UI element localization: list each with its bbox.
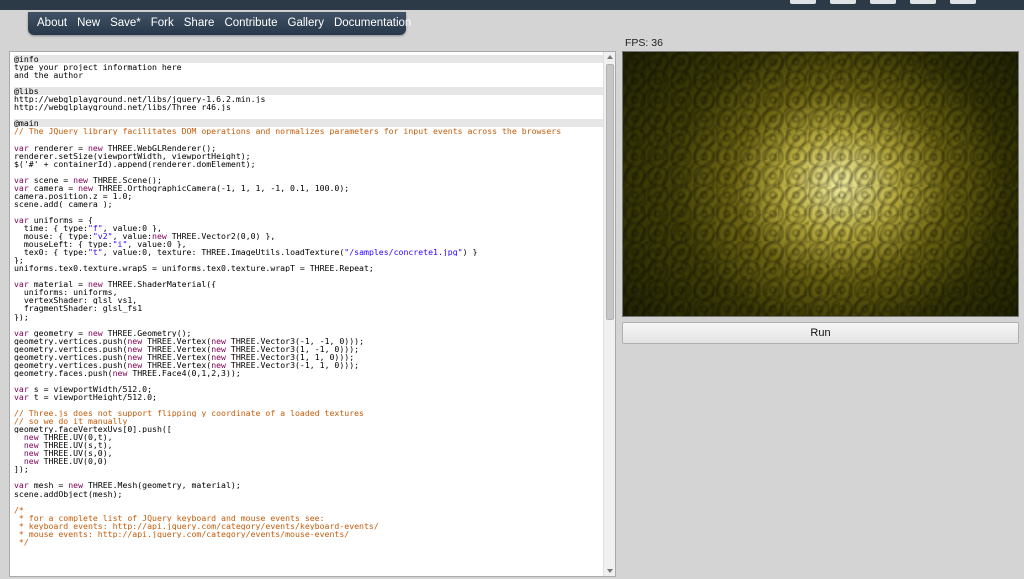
top-bar-button[interactable] <box>870 0 896 4</box>
code-line: ​ <box>14 272 608 280</box>
code-line: uniforms.tex0.texture.wrapS = uniforms.t… <box>14 264 374 273</box>
code-line: geometry.faces.push(new THREE.Face4(0,1,… <box>14 368 241 377</box>
code-line: http://webglplayground.net/libs/jquery-1… <box>14 95 266 104</box>
code-line: var mesh = new THREE.Mesh(geometry, mate… <box>14 481 241 490</box>
code-line: ​ <box>14 208 608 216</box>
code-line: new THREE.UV(s,t), <box>23 441 113 450</box>
code-line: mouseLeft: { type:"i", value:0 }, <box>14 240 187 249</box>
code-line: new THREE.UV(0,t), <box>23 433 113 442</box>
code-line: geometry.vertices.push(new THREE.Vertex(… <box>14 336 365 345</box>
code-line: and the author <box>14 71 84 80</box>
code-line: scene.add( camera ); <box>14 199 113 208</box>
code-line: geometry.faceVertexUvs[0].push([ <box>14 425 172 434</box>
code-line: ​ <box>14 401 608 409</box>
code-line: vertexShader: glsl_vs1, <box>14 296 138 305</box>
scroll-down-arrow-icon[interactable] <box>607 569 613 573</box>
code-line: new THREE.UV(s,0), <box>23 449 113 458</box>
code-line: ]); <box>14 465 29 474</box>
code-line: geometry.vertices.push(new THREE.Vertex(… <box>14 352 355 361</box>
top-bar-button[interactable] <box>790 0 816 4</box>
code-line: // Three.js does not support flipping y … <box>14 409 364 418</box>
code-line: var s = viewportWidth/512.0; <box>14 384 153 393</box>
code-editor[interactable]: @info type your project information here a… <box>9 51 616 577</box>
code-line: mouse: { type:"v2", value:new THREE.Vect… <box>14 232 276 241</box>
code-section-header: @libs <box>14 87 608 96</box>
code-section-header: @info <box>14 55 608 64</box>
code-line: uniforms: uniforms, <box>14 288 118 297</box>
code-line: }); <box>14 312 29 321</box>
scrollbar-thumb[interactable] <box>606 64 614 320</box>
render-texture <box>623 52 1018 316</box>
code-line: ​ <box>14 498 608 506</box>
code-line: ​ <box>14 168 608 176</box>
code-line: ​ <box>14 135 608 143</box>
nav-about-link[interactable]: About <box>32 12 72 35</box>
code-line: ​ <box>14 377 608 385</box>
code-line: * mouse events: http://api.jquery.com/ca… <box>14 529 350 538</box>
code-line: ​ <box>14 473 608 481</box>
scroll-up-arrow-icon[interactable] <box>607 55 613 59</box>
main-navigation: About New Save* Fork Share Contribute Ga… <box>28 12 411 35</box>
code-line: // so we do it manually <box>14 417 128 426</box>
code-line: geometry.vertices.push(new THREE.Vertex(… <box>14 360 360 369</box>
webgl-render-canvas[interactable] <box>622 51 1019 317</box>
code-line: ​ <box>14 111 608 119</box>
nav-share-link[interactable]: Share <box>179 12 220 35</box>
editor-scrollbar[interactable] <box>603 52 615 576</box>
code-line: /* <box>14 505 24 514</box>
code-line: */ <box>14 537 29 546</box>
code-line: camera.position.z = 1.0; <box>14 191 133 200</box>
top-bar-button[interactable] <box>830 0 856 4</box>
nav-documentation-link[interactable]: Documentation <box>329 12 416 35</box>
code-line: new THREE.UV(0,0) <box>23 457 108 466</box>
code-line: fragmentShader: glsl_fs1 <box>14 304 143 313</box>
code-line: scene.addObject(mesh); <box>14 489 123 498</box>
code-line: $('#' + containerId).append(renderer.dom… <box>14 159 256 168</box>
nav-gallery-link[interactable]: Gallery <box>283 12 329 35</box>
run-button[interactable]: Run <box>622 322 1019 344</box>
code-line: renderer.setSize(viewportWidth, viewport… <box>14 151 251 160</box>
code-line: type your project information here <box>14 63 182 72</box>
fps-counter: FPS: 36 <box>625 37 663 49</box>
nav-contribute-link[interactable]: Contribute <box>219 12 282 35</box>
code-line: http://webglplayground.net/libs/Three_r4… <box>14 103 231 112</box>
code-line: var camera = new THREE.OrthographicCamer… <box>14 183 350 192</box>
code-line: }; <box>14 256 24 265</box>
nav-save-link[interactable]: Save* <box>105 12 146 35</box>
top-bar-button[interactable] <box>950 0 976 4</box>
code-line: var geometry = new THREE.Geometry(); <box>14 328 192 337</box>
code-line: var scene = new THREE.Scene(); <box>14 175 162 184</box>
top-bar <box>0 0 1024 10</box>
code-line: var material = new THREE.ShaderMaterial(… <box>14 280 217 289</box>
code-line: ​ <box>14 79 608 87</box>
code-line: * for a complete list of JQuery keyboard… <box>14 513 325 522</box>
code-line: // The JQuery library facilitates DOM op… <box>14 127 562 136</box>
code-content[interactable]: @info type your project information here a… <box>14 55 608 546</box>
code-line: geometry.vertices.push(new THREE.Vertex(… <box>14 344 360 353</box>
nav-new-link[interactable]: New <box>72 12 105 35</box>
code-line: tex0: { type:"t", value:0, texture: THRE… <box>14 248 478 257</box>
code-line: var t = viewportHeight/512.0; <box>14 392 157 402</box>
code-line: ​ <box>14 321 608 329</box>
code-section-header: @main <box>14 119 608 128</box>
code-line: time: { type:"f", value:0 }, <box>14 223 162 233</box>
nav-fork-link[interactable]: Fork <box>146 12 179 35</box>
code-line: var uniforms = { <box>14 215 93 224</box>
top-bar-button[interactable] <box>910 0 936 4</box>
code-line: * keyboard events: http://api.jquery.com… <box>14 521 379 530</box>
code-line: var renderer = new THREE.WebGLRenderer()… <box>14 143 217 152</box>
